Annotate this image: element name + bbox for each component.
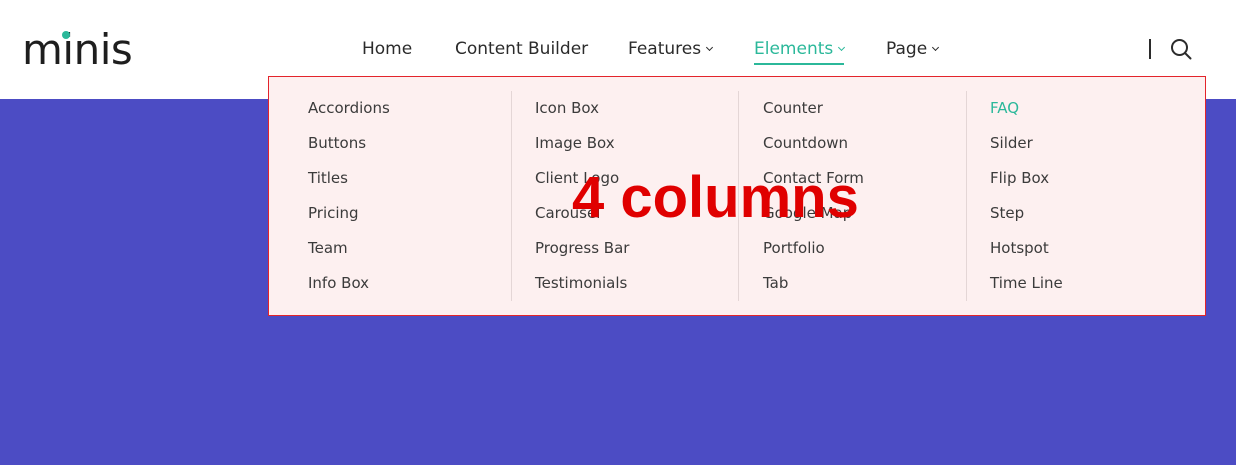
nav-label: Features bbox=[628, 39, 702, 59]
menu-item[interactable]: Accordions bbox=[308, 98, 390, 118]
menu-item[interactable]: Countdown bbox=[763, 133, 848, 153]
menu-item-active[interactable]: FAQ bbox=[990, 98, 1019, 118]
nav-label: Page bbox=[886, 39, 928, 59]
menu-item[interactable]: Time Line bbox=[990, 273, 1063, 293]
menu-column-3: Counter Countdown Contact Form Google Ma… bbox=[763, 91, 963, 301]
menu-item[interactable]: Info Box bbox=[308, 273, 369, 293]
search-icon[interactable] bbox=[1170, 38, 1192, 60]
chevron-down-icon bbox=[706, 43, 714, 52]
menu-item[interactable]: Flip Box bbox=[990, 168, 1049, 188]
menu-item[interactable]: Step bbox=[990, 203, 1024, 223]
nav-item-home[interactable]: Home bbox=[362, 36, 412, 62]
site-logo[interactable]: minis bbox=[22, 26, 133, 74]
menu-item[interactable]: Icon Box bbox=[535, 98, 599, 118]
nav-label: Home bbox=[362, 39, 413, 59]
menu-item[interactable]: Tab bbox=[763, 273, 788, 293]
chevron-down-icon bbox=[932, 43, 940, 52]
menu-column-4: FAQ Silder Flip Box Step Hotspot Time Li… bbox=[990, 91, 1190, 301]
nav-label: Elements bbox=[754, 39, 834, 59]
menu-item[interactable]: Progress Bar bbox=[535, 238, 629, 258]
menu-item[interactable]: Testimonials bbox=[535, 273, 627, 293]
column-divider bbox=[966, 91, 967, 301]
menu-item[interactable]: Contact Form bbox=[763, 168, 864, 188]
column-divider bbox=[511, 91, 512, 301]
nav-label: Content Builder bbox=[455, 39, 589, 59]
nav-item-elements[interactable]: Elements bbox=[754, 36, 846, 65]
menu-item[interactable]: Portfolio bbox=[763, 238, 825, 258]
logo-accent-dot bbox=[62, 31, 70, 39]
menu-column-2: Icon Box Image Box Client Logo Carousel … bbox=[535, 91, 735, 301]
nav-item-page[interactable]: Page bbox=[886, 36, 940, 62]
nav-item-content-builder[interactable]: Content Builder bbox=[455, 36, 588, 62]
menu-item[interactable]: Buttons bbox=[308, 133, 366, 153]
menu-item[interactable]: Hotspot bbox=[990, 238, 1049, 258]
menu-column-1: Accordions Buttons Titles Pricing Team I… bbox=[308, 91, 508, 301]
menu-item[interactable]: Silder bbox=[990, 133, 1033, 153]
menu-item[interactable]: Image Box bbox=[535, 133, 615, 153]
menu-item[interactable]: Client Logo bbox=[535, 168, 619, 188]
menu-item[interactable]: Google Map bbox=[763, 203, 852, 223]
menu-item[interactable]: Titles bbox=[308, 168, 348, 188]
menu-item[interactable]: Carousel bbox=[535, 203, 600, 223]
elements-mega-menu: Accordions Buttons Titles Pricing Team I… bbox=[268, 76, 1206, 316]
chevron-down-icon bbox=[838, 43, 846, 52]
menu-item[interactable]: Counter bbox=[763, 98, 823, 118]
menu-item[interactable]: Team bbox=[308, 238, 348, 258]
menu-item[interactable]: Pricing bbox=[308, 203, 359, 223]
nav-item-features[interactable]: Features bbox=[628, 36, 714, 62]
column-divider bbox=[738, 91, 739, 301]
header-divider bbox=[1149, 39, 1151, 59]
